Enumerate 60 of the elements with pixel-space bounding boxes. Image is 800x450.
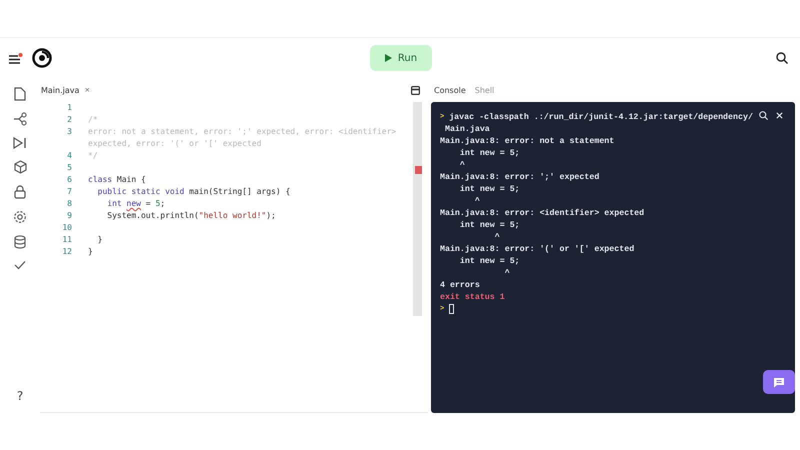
file-tab[interactable]: Main.java [41,86,80,94]
branch-icon[interactable] [13,112,27,126]
console-line: ^ [494,232,500,242]
line-number: 9 [66,210,72,222]
line-number: 8 [66,198,72,210]
search-icon[interactable] [759,111,768,120]
logo-icon[interactable] [32,48,52,68]
file-icon[interactable] [14,87,26,101]
console-line: Main.java:8: error: <identifier> expected [440,208,644,218]
database-icon[interactable] [14,235,26,249]
line-number: 5 [66,162,72,174]
console-tab[interactable]: Console [434,86,466,94]
scrollbar[interactable] [413,102,422,316]
lock-icon[interactable] [14,185,26,199]
chat-button[interactable] [763,370,795,394]
console-line: ^ [474,196,480,206]
code-line: } [88,246,94,258]
step-icon[interactable] [13,137,27,149]
code-line: } [96,234,104,246]
close-icon[interactable] [776,112,783,119]
console-line: 4 errors [440,280,480,290]
menu-icon[interactable] [9,52,23,64]
text-cursor [449,304,454,314]
console-line: Main.java:8: error: '(' or '[' expected [440,244,634,254]
help-button[interactable]: ? [16,389,24,403]
code-line: class Main { [88,174,147,186]
console-line: Main.java:8: error: ';' expected [440,172,600,182]
settings-icon[interactable] [13,210,27,224]
code-line: int new = 5; [106,198,166,210]
line-number: 2 [66,114,72,126]
line-number: 7 [66,186,72,198]
chat-icon [773,376,785,388]
line-number: 12 [61,246,72,258]
console-line: ^ [504,268,510,278]
console-line: int new = 5; [458,148,520,158]
console-line: ^ [458,160,465,170]
code-line: /* [88,114,99,126]
console-line: int new = 5; [458,184,520,194]
code-line: */ [88,150,99,162]
console-line: javac -classpath .:/run_dir/junit-4.12.jar:target/dependency/ [449,112,753,122]
console-line: exit status 1 [440,292,505,302]
line-number: 6 [66,174,72,186]
cube-icon[interactable] [14,160,26,174]
console-line: int new = 5; [458,220,520,230]
code-line: error: not a statement, error: ';' expected, error: <identifier> expected, error: '(' or '[' expected [88,126,398,150]
line-number: 3 [66,126,72,138]
console-line: Main.java:8: error: not a statement [440,136,614,146]
play-icon [384,54,392,62]
console-line: Main.java [444,124,490,134]
line-number: 10 [61,222,72,234]
code-line: System.out.println("hello world!"); [106,210,277,222]
check-icon[interactable] [14,260,26,270]
panel-icon[interactable] [411,86,420,94]
run-button[interactable]: Run [370,45,432,71]
console-line: int new = 5; [458,256,520,266]
line-number: 4 [66,150,72,162]
search-icon[interactable] [776,52,788,64]
line-number: 1 [66,102,72,114]
code-line: public static void main(String[] args) { [96,186,292,198]
line-number: 11 [61,234,72,246]
